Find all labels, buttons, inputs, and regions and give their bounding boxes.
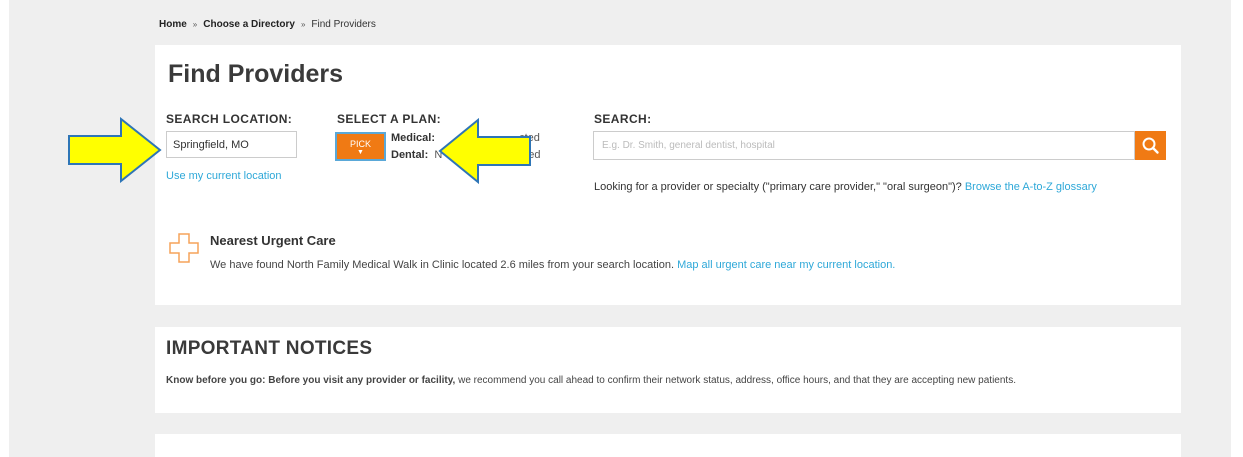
important-notices-card: IMPORTANT NOTICES Know before you go: Be… — [155, 327, 1181, 413]
select-plan-label: SELECT A PLAN: — [337, 112, 442, 126]
search-help-copy: Looking for a provider or specialty ("pr… — [594, 181, 962, 193]
find-providers-card: Find Providers SEARCH LOCATION: Springfi… — [155, 45, 1181, 305]
plus-outline-icon — [169, 233, 199, 263]
provider-search-input[interactable]: E.g. Dr. Smith, general dentist, hospita… — [593, 131, 1135, 160]
caret-down-icon: ▼ — [357, 149, 364, 156]
breadcrumb-separator: » — [192, 20, 198, 29]
search-icon — [1142, 137, 1159, 154]
page-title: Find Providers — [168, 60, 344, 88]
pick-plan-button[interactable]: PICK ▼ — [335, 132, 386, 161]
use-current-location-link[interactable]: Use my current location — [166, 170, 282, 182]
medical-plan-label: Medical: — [391, 132, 436, 144]
right-arrow-icon — [68, 117, 162, 183]
breadcrumb-choose-directory[interactable]: Choose a Directory — [203, 19, 295, 30]
search-help-text: Looking for a provider or specialty ("pr… — [594, 179, 1154, 196]
pick-plan-label: PICK — [349, 139, 371, 149]
breadcrumb: Home » Choose a Directory » Find Providers — [159, 19, 376, 30]
left-arrow-icon — [438, 118, 531, 184]
search-label: SEARCH: — [594, 112, 652, 126]
breadcrumb-home[interactable]: Home — [159, 19, 187, 30]
urgent-care-description: We have found North Family Medical Walk … — [210, 259, 675, 271]
map-urgent-care-link[interactable]: Map all urgent care near my current loca… — [677, 259, 895, 271]
urgent-care-title: Nearest Urgent Care — [210, 233, 336, 248]
notices-body-text: we recommend you call ahead to confirm t… — [458, 375, 1016, 386]
browse-glossary-link[interactable]: Browse the A-to-Z glossary — [965, 181, 1097, 193]
search-button[interactable] — [1135, 131, 1166, 160]
search-location-input[interactable]: Springfield, MO — [166, 131, 297, 158]
dental-plan-label: Dental: — [391, 149, 429, 161]
search-location-label: SEARCH LOCATION: — [166, 112, 293, 126]
notices-text: Know before you go: Before you visit any… — [166, 373, 1126, 389]
breadcrumb-separator: » — [300, 20, 306, 29]
bottom-card — [155, 434, 1181, 457]
notices-bold-text: Know before you go: Before you visit any… — [166, 375, 456, 386]
urgent-care-text: We have found North Family Medical Walk … — [210, 259, 895, 271]
notices-title: IMPORTANT NOTICES — [166, 338, 373, 359]
breadcrumb-current: Find Providers — [311, 19, 376, 30]
